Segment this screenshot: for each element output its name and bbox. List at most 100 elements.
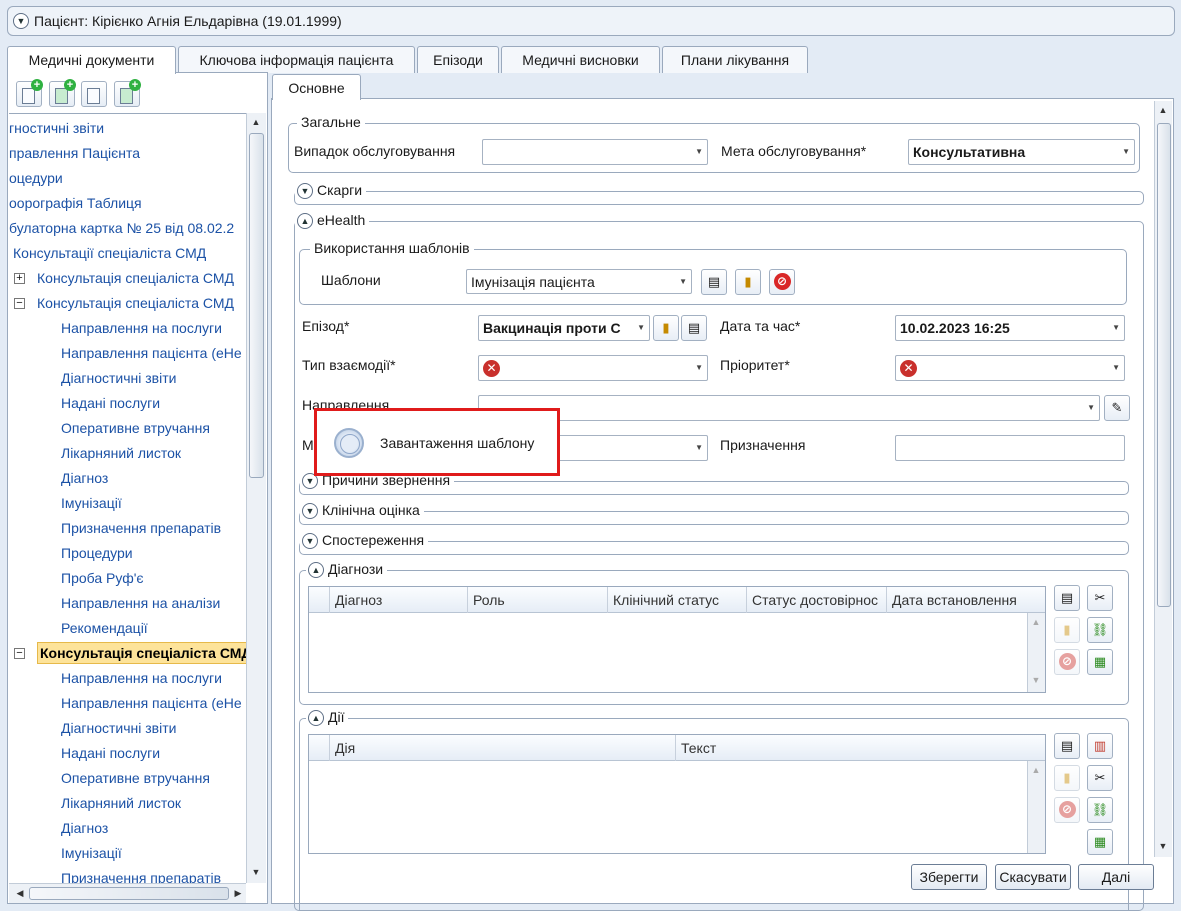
scroll-up-icon[interactable]: ▲ [249, 117, 263, 127]
tab-treatment-plans[interactable]: Плани лікування [662, 46, 808, 73]
expand-chevron-icon[interactable]: ▼ [302, 503, 318, 519]
tree-child-item[interactable]: Процедури [61, 542, 133, 564]
collapse-chevron-icon[interactable]: ▲ [308, 562, 324, 578]
scroll-up-icon[interactable]: ▲ [1156, 105, 1170, 115]
tree-child-item[interactable]: Імунізації [61, 492, 122, 514]
diagnoses-grid[interactable]: Діагноз Роль Клінічний статус Статус дос… [308, 586, 1046, 693]
column-clinical-status[interactable]: Клінічний статус [607, 587, 746, 613]
add-document-button[interactable]: + [16, 79, 43, 107]
tree-child-item[interactable]: Направлення на послуги [61, 667, 222, 689]
collapse-chevron-icon[interactable]: ▲ [297, 213, 313, 229]
tree-horizontal-scrollbar[interactable]: ◀ ▶ [9, 883, 246, 903]
diagnosis-table-button[interactable]: ▦ [1087, 649, 1113, 675]
diagnosis-link-button[interactable]: ⛓ [1087, 617, 1113, 643]
tab-key-info[interactable]: Ключова інформація пацієнта [178, 46, 415, 73]
add-template-button[interactable]: + [114, 79, 141, 107]
tree-item[interactable]: булаторна картка № 25 від 08.02.2 [9, 217, 234, 239]
observations-group[interactable]: ▼ Спостереження [299, 532, 1129, 555]
delete-action-button[interactable]: ⊘ [1054, 797, 1080, 823]
tree-child-item[interactable]: Оперативне втручання [61, 417, 210, 439]
episode-library-button[interactable]: ▮ [653, 315, 679, 341]
column-date-established[interactable]: Дата встановлення [886, 587, 1022, 613]
actions-scrollbar[interactable]: ▲ [1027, 761, 1045, 853]
tree-child-item[interactable]: Проба Руф'є [61, 567, 144, 589]
tree-child-item[interactable]: Рекомендації [61, 617, 148, 639]
tree-child-item[interactable]: Оперативне втручання [61, 767, 210, 789]
tree-item[interactable]: гностичні звіти [9, 117, 104, 139]
import-document-button[interactable] [81, 81, 107, 107]
tree-child-item[interactable]: Направлення пацієнта (eHe [61, 692, 242, 714]
reasons-group[interactable]: ▼ Причини звернення [299, 472, 1129, 495]
collapse-chevron-icon[interactable]: ▼ [13, 13, 29, 29]
tree-item[interactable]: правлення Пацієнта [9, 142, 140, 164]
tree-child-item[interactable]: Діагностичні звіти [61, 367, 176, 389]
template-library-button[interactable]: ▮ [735, 269, 761, 295]
column-role[interactable]: Роль [467, 587, 607, 613]
diagnoses-scrollbar[interactable]: ▲ ▼ [1027, 613, 1045, 692]
tree-item[interactable]: Консультація спеціаліста СМД [37, 292, 234, 314]
clinical-group[interactable]: ▼ Клінічна оцінка [299, 502, 1129, 525]
tree-child-item[interactable]: Лікарняний листок [61, 442, 181, 464]
referral-combo[interactable]: ▼ [478, 395, 1100, 421]
form-vertical-scrollbar[interactable]: ▲ ▼ [1154, 101, 1172, 857]
scroll-thumb[interactable] [249, 133, 264, 478]
column-action[interactable]: Дія [329, 735, 675, 761]
tree-child-item[interactable]: Призначення препаратів [61, 867, 221, 883]
add-action-button[interactable]: ▤ [1054, 733, 1080, 759]
tree-collapse-icon[interactable]: − [14, 298, 25, 309]
tree-child-item[interactable]: Направлення на послуги [61, 317, 222, 339]
purpose2-input[interactable] [895, 435, 1125, 461]
column-verification-status[interactable]: Статус достовірнос [746, 587, 886, 613]
action-library-button[interactable]: ▮ [1054, 765, 1080, 791]
tree-item[interactable]: Консультації спеціаліста СМД [13, 242, 206, 264]
diagnosis-library-button[interactable]: ▮ [1054, 617, 1080, 643]
collapse-chevron-icon[interactable]: ▲ [308, 710, 324, 726]
tree-collapse-icon[interactable]: − [14, 648, 25, 659]
column-diagnosis[interactable]: Діагноз [329, 587, 469, 613]
tree-child-item[interactable]: Направлення пацієнта (eHe [61, 342, 242, 364]
expand-chevron-icon[interactable]: ▼ [297, 183, 313, 199]
delete-template-button[interactable]: ⊘ [769, 269, 795, 295]
document-tree[interactable]: гностичні звіти правлення Пацієнта оцедури… [9, 113, 246, 883]
edit-referral-button[interactable]: ✎ [1104, 395, 1130, 421]
tab-medical-conclusions[interactable]: Медичні висновки [501, 46, 660, 73]
save-button[interactable]: Зберегти [911, 864, 987, 890]
tree-child-item[interactable]: Надані послуги [61, 742, 160, 764]
purpose-combo[interactable]: Консультативна ▼ [908, 139, 1135, 165]
tree-item[interactable]: оорографія Таблиця [9, 192, 142, 214]
tree-child-item[interactable]: Лікарняний листок [61, 792, 181, 814]
action-tools-button[interactable]: ✂ [1087, 765, 1113, 791]
scroll-down-icon[interactable]: ▼ [1029, 675, 1043, 685]
expand-chevron-icon[interactable]: ▼ [302, 533, 318, 549]
action-table-button[interactable]: ▦ [1087, 829, 1113, 855]
tree-expand-icon[interactable]: + [14, 273, 25, 284]
scroll-down-icon[interactable]: ▼ [1156, 841, 1170, 851]
tree-item[interactable]: Консультація спеціаліста СМД [37, 642, 246, 664]
priority-combo[interactable]: ✕ ▼ [895, 355, 1125, 381]
scroll-up-icon[interactable]: ▲ [1029, 617, 1043, 627]
hscroll-thumb[interactable] [29, 887, 229, 900]
add-record-button[interactable]: + [49, 79, 76, 107]
scroll-up-icon[interactable]: ▲ [1029, 765, 1043, 775]
delete-diagnosis-button[interactable]: ⊘ [1054, 649, 1080, 675]
tree-child-item[interactable]: Надані послуги [61, 392, 160, 414]
interaction-type-combo[interactable]: ✕ ▼ [478, 355, 708, 381]
tab-medical-documents[interactable]: Медичні документи [7, 46, 176, 74]
tab-basic[interactable]: Основне [272, 74, 361, 100]
tree-child-item[interactable]: Діагноз [61, 467, 108, 489]
tree-child-item[interactable]: Імунізації [61, 842, 122, 864]
action-chart-button[interactable]: ▥ [1087, 733, 1113, 759]
add-diagnosis-button[interactable]: ▤ [1054, 585, 1080, 611]
tree-item[interactable]: Консультація спеціаліста СМД [37, 267, 234, 289]
complaints-group[interactable]: ▼ Скарги [294, 182, 1144, 205]
tree-child-item[interactable]: Діагностичні звіти [61, 717, 176, 739]
apply-template-button[interactable]: ▤ [701, 269, 727, 295]
patient-header[interactable]: ▼ Пацієнт: Кірієнко Агнія Ельдарівна (19… [7, 6, 1175, 36]
add-episode-button[interactable]: ▤ [681, 315, 707, 341]
datetime-picker[interactable]: 10.02.2023 16:25 ▼ [895, 315, 1125, 341]
form-scroll-thumb[interactable] [1157, 123, 1171, 607]
tree-child-item[interactable]: Направлення на аналізи [61, 592, 220, 614]
column-text[interactable]: Текст [675, 735, 1025, 761]
templates-combo[interactable]: Імунізація пацієнта ▼ [466, 269, 692, 294]
episode-combo[interactable]: Вакцинація проти С ▼ [478, 315, 650, 341]
